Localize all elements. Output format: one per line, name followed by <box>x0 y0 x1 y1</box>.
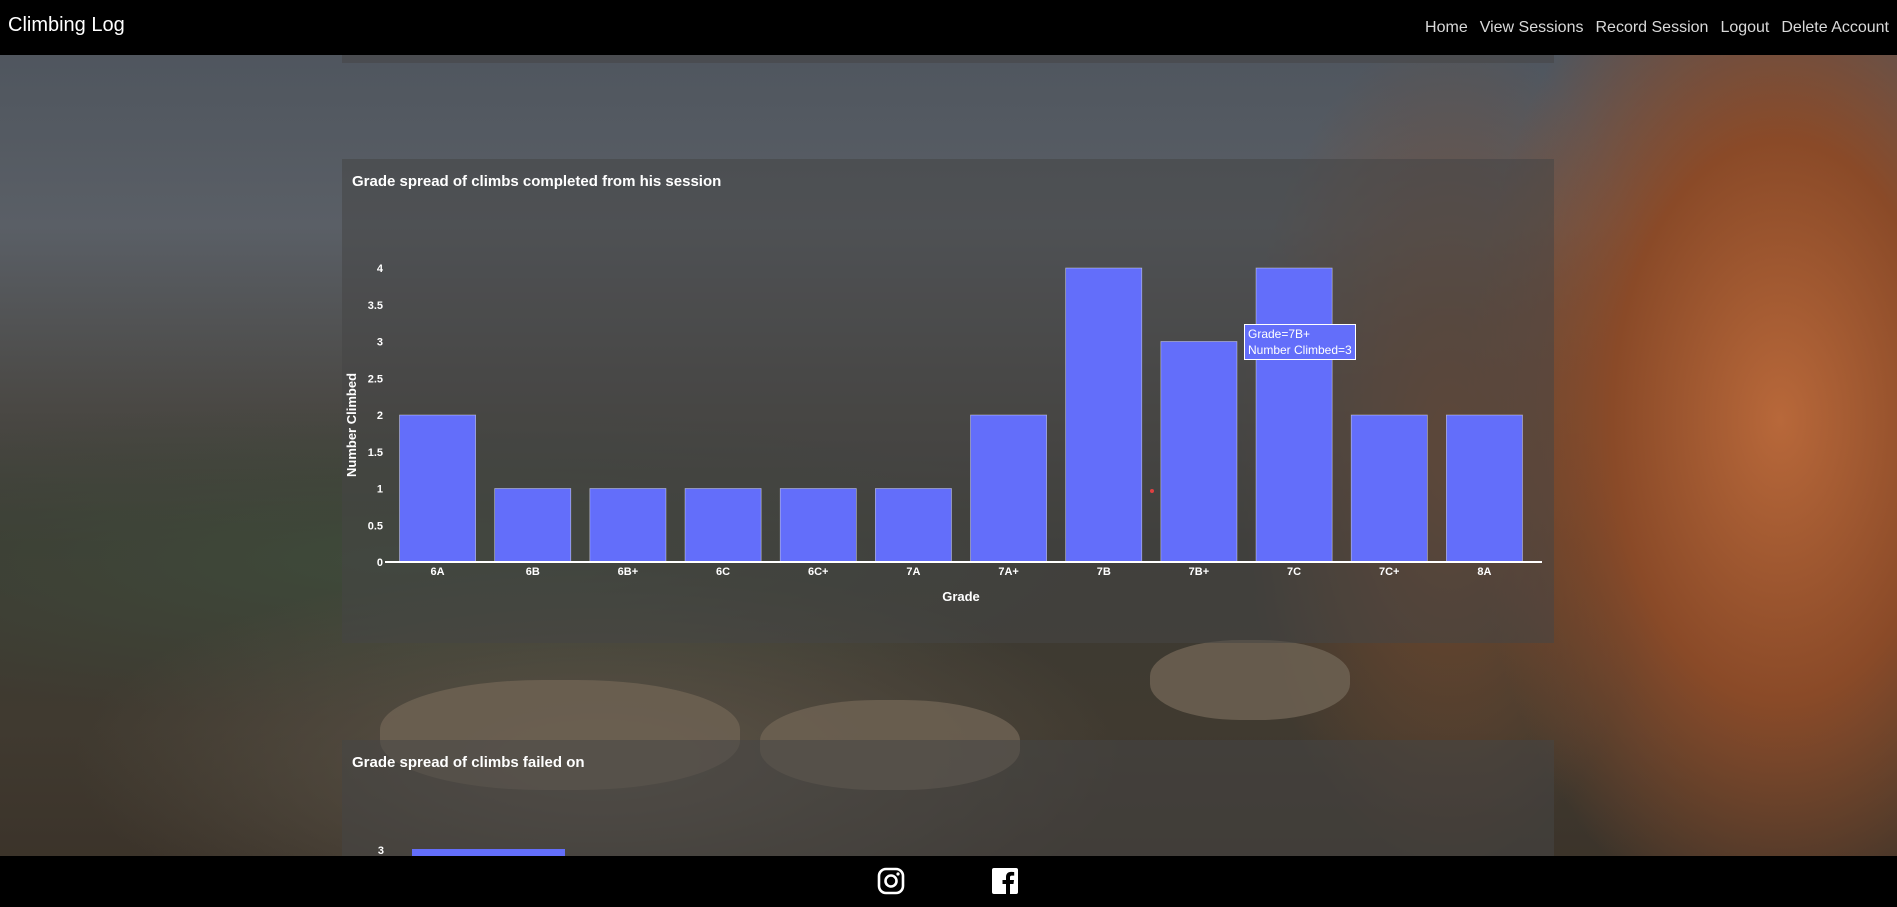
nav-delete-account[interactable]: Delete Account <box>1775 19 1889 37</box>
y-tick-label: 0 <box>377 557 383 569</box>
x-tick-label: 7A+ <box>998 566 1019 578</box>
bar-7C+ <box>1350 414 1428 563</box>
y-tick-label: 1.5 <box>368 447 383 459</box>
x-tick-label: 7C+ <box>1379 566 1400 578</box>
bar-7B <box>1065 267 1143 563</box>
nav-record-session[interactable]: Record Session <box>1589 19 1714 37</box>
bar-6A <box>399 414 476 563</box>
y-tick-label: 3.5 <box>368 300 383 312</box>
bar-7A <box>875 488 952 563</box>
footer <box>0 856 1897 907</box>
bar-8A <box>1446 414 1523 563</box>
bar-6C <box>684 488 762 563</box>
previous-panel-edge <box>342 55 1554 63</box>
brand-logo[interactable]: Climbing Log <box>8 14 125 37</box>
y-tick-label: 4 <box>377 263 384 275</box>
y-axis-title: Number Climbed <box>344 373 359 477</box>
bar-6B+ <box>589 488 667 563</box>
completed-bar-chart[interactable]: 6A 6B 6B+ 6C 6C+ 7A 7A+ 7B 7B+ 7C 7C+ 8A 0 0.5 1 1.5 2 2.… <box>342 159 1554 643</box>
top-navbar: Climbing Log Home View Sessions Record S… <box>0 0 1897 55</box>
failed-chart-title: Grade spread of climbs failed on <box>352 754 585 771</box>
nav-view-sessions[interactable]: View Sessions <box>1474 19 1590 37</box>
completed-chart-title: Grade spread of climbs completed from hi… <box>352 173 722 190</box>
x-tick-label: 6B+ <box>618 566 639 578</box>
bar-7A+ <box>970 414 1047 563</box>
chart-hover-tooltip: Grade=7B+ Number Climbed=3 <box>1244 324 1356 360</box>
hover-point <box>1150 489 1154 493</box>
tooltip-count: Number Climbed=3 <box>1248 343 1352 357</box>
x-tick-label: 7B <box>1097 566 1111 578</box>
y-tick-label: 2 <box>377 410 383 422</box>
x-tick-label: 6C+ <box>808 566 829 578</box>
nav-links: Home View Sessions Record Session Logout… <box>1419 19 1889 37</box>
y-tick-label: 0.5 <box>368 520 383 532</box>
bar-7C <box>1255 267 1333 563</box>
x-tick-label: 7C <box>1287 566 1301 578</box>
bar-6B <box>494 488 572 563</box>
x-tick-label: 7A <box>906 566 920 578</box>
y-tick-label: 2.5 <box>368 373 383 385</box>
nav-logout[interactable]: Logout <box>1714 19 1775 37</box>
bar-6C+ <box>779 488 857 563</box>
bar-7B+ <box>1160 341 1238 563</box>
x-tick-label: 8A <box>1477 566 1491 578</box>
facebook-icon[interactable] <box>990 866 1020 896</box>
x-axis-title: Grade <box>942 589 980 604</box>
completed-chart-panel: Grade spread of climbs completed from hi… <box>342 159 1554 643</box>
x-tick-label: 6B <box>526 566 540 578</box>
nav-home[interactable]: Home <box>1419 19 1474 37</box>
tooltip-grade: Grade=7B+ <box>1248 327 1311 341</box>
x-tick-label: 6A <box>431 566 445 578</box>
y-tick-label: 1 <box>377 484 383 496</box>
y-tick-label: 3 <box>377 337 383 349</box>
instagram-icon[interactable] <box>876 866 906 896</box>
x-tick-label: 7B+ <box>1189 566 1210 578</box>
x-tick-label: 6C <box>716 566 730 578</box>
